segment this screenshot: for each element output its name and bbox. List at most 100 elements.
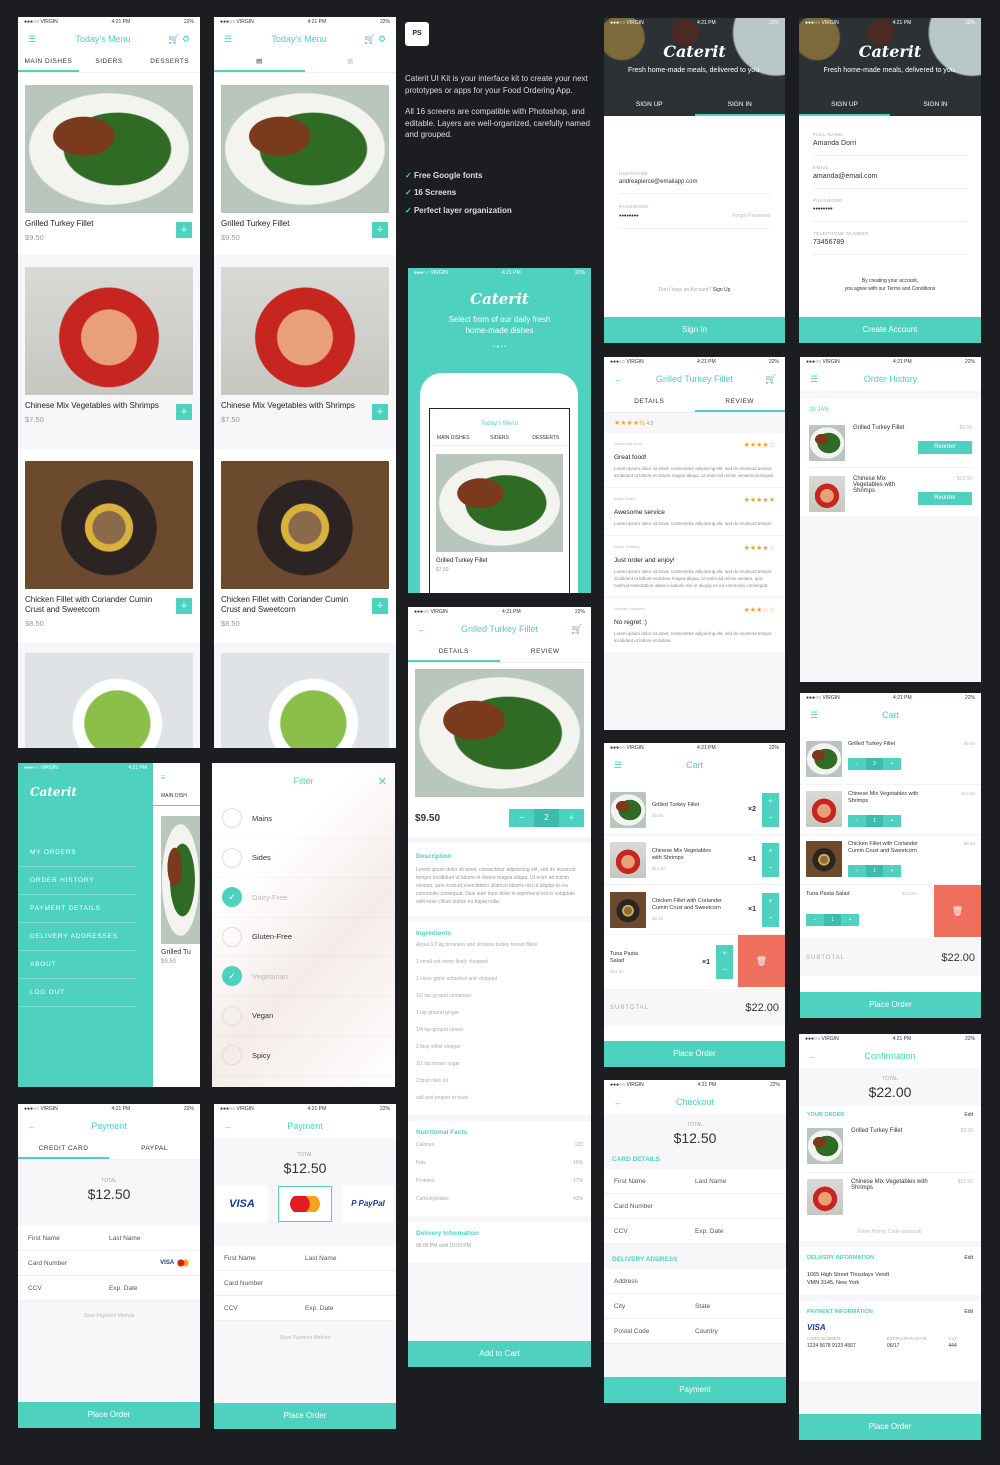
filter-option[interactable]: Gluten-Free <box>212 918 395 958</box>
place-order-button[interactable]: Place Order <box>800 992 981 1018</box>
create-account-button[interactable]: Create Account <box>799 317 981 343</box>
list-view-icon[interactable]: ▤ <box>214 51 305 72</box>
unchecked-circle-icon[interactable] <box>222 926 242 947</box>
tab-review[interactable]: REVIEW <box>500 641 592 662</box>
page-dots[interactable]: • ● • • <box>408 344 591 350</box>
increase-button[interactable]: + <box>762 843 779 860</box>
back-arrow-icon[interactable]: ← <box>612 374 624 384</box>
dish-card[interactable]: Chinese Mix Vegetables with Shrimps $7.5… <box>18 255 200 449</box>
decrease-button[interactable]: − <box>716 962 733 979</box>
first-name-field[interactable]: First Name <box>614 1178 695 1185</box>
tab-sign-in[interactable]: SIGN IN <box>694 96 785 116</box>
city-field[interactable]: City <box>614 1303 695 1310</box>
country-field[interactable]: Country <box>695 1328 776 1335</box>
quantity-stepper[interactable]: + − <box>762 792 779 827</box>
unchecked-circle-icon[interactable] <box>222 847 242 868</box>
add-button[interactable]: + <box>176 598 192 614</box>
card-number-field[interactable]: Card Number <box>28 1260 160 1267</box>
exp-date-field[interactable]: Exp. Date <box>695 1228 776 1235</box>
paypal-option[interactable]: P PayPal <box>342 1186 394 1222</box>
sidebar-item[interactable]: PAYMENT DETAILS <box>18 895 137 923</box>
menu-icon[interactable]: ☰ <box>612 760 624 771</box>
add-button[interactable]: + <box>176 404 192 420</box>
payment-button[interactable]: Payment <box>604 1377 786 1403</box>
tab-desserts[interactable]: DESSERTS <box>139 51 200 72</box>
first-name-field[interactable]: First Name <box>28 1235 109 1242</box>
email-input[interactable]: amanda@email.com <box>813 173 967 189</box>
menu-icon[interactable]: ☰ <box>153 763 200 781</box>
filter-option[interactable]: Sides <box>212 839 395 879</box>
save-payment-method[interactable]: Save Payment Method <box>214 1335 396 1341</box>
sidebar-item[interactable]: ORDER HISTORY <box>18 867 137 895</box>
checked-icon[interactable]: ✓ <box>222 887 242 908</box>
menu-icon[interactable]: ☰ <box>808 710 820 721</box>
increase-button[interactable]: + <box>883 865 901 877</box>
unchecked-circle-icon[interactable] <box>222 808 242 829</box>
tab-sign-up[interactable]: SIGN UP <box>604 96 695 116</box>
decrease-button[interactable]: − <box>762 910 779 927</box>
unchecked-circle-icon[interactable] <box>222 1005 242 1026</box>
place-order-button[interactable]: Place Order <box>604 1041 785 1067</box>
tab-credit-card[interactable]: CREDIT CARD <box>18 1138 109 1159</box>
menu-icon[interactable]: ☰ <box>222 34 234 45</box>
quantity-stepper[interactable]: −2 + <box>848 758 901 770</box>
dish-card[interactable]: Chicken Fillet with Coriander Cumin Crus… <box>18 449 200 643</box>
reorder-button[interactable]: Reorder <box>918 441 972 454</box>
tab-sign-up[interactable]: SIGN UP <box>799 96 890 116</box>
tab-details[interactable]: DETAILS <box>408 641 500 662</box>
filter-option[interactable]: Vegan <box>212 997 395 1037</box>
forgot-password-link[interactable]: Forgot Password <box>732 213 770 220</box>
terms-link[interactable]: you agree with our Terms and Conditions <box>799 285 981 293</box>
quantity-stepper[interactable]: −1 + <box>848 815 901 827</box>
decrease-button[interactable]: − <box>762 860 779 877</box>
delete-button[interactable]: 🗑 <box>934 885 981 937</box>
edit-payment-link[interactable]: Edit <box>964 1309 973 1315</box>
dish-card[interactable] <box>18 643 200 748</box>
ccv-field[interactable]: CCV <box>224 1305 305 1312</box>
unchecked-circle-icon[interactable] <box>222 1045 242 1066</box>
back-arrow-icon[interactable]: ← <box>222 1121 234 1131</box>
tab-details[interactable]: DETAILS <box>604 391 695 412</box>
sidebar-item[interactable]: DELIVERY ADDRESSES <box>18 923 137 951</box>
increase-button[interactable]: + <box>883 758 901 770</box>
dish-card[interactable]: Grilled Turkey Fillet $9.50 + <box>214 73 396 255</box>
grid-view-icon[interactable]: ▦ <box>305 51 396 72</box>
add-button[interactable]: + <box>372 222 388 238</box>
add-button[interactable]: + <box>372 598 388 614</box>
password-input[interactable]: •••••••• <box>813 206 967 222</box>
menu-icon[interactable]: ☰ <box>808 374 820 385</box>
back-arrow-icon[interactable]: ← <box>416 624 428 634</box>
reorder-button[interactable]: Reorder <box>918 492 972 505</box>
quantity-stepper[interactable]: + − <box>716 945 733 979</box>
dish-card[interactable]: Grilled Turkey Fillet $9.50 + <box>18 73 200 255</box>
sign-up-link[interactable]: Sign Up <box>713 287 731 293</box>
increase-button[interactable]: + <box>762 893 779 910</box>
edit-delivery-link[interactable]: Edit <box>964 1255 973 1261</box>
back-arrow-icon[interactable]: ← <box>807 1051 819 1061</box>
edit-order-link[interactable]: Edit <box>964 1112 973 1118</box>
add-button[interactable]: + <box>372 404 388 420</box>
ccv-field[interactable]: CCV <box>614 1228 695 1235</box>
increase-button[interactable]: + <box>559 809 584 827</box>
quantity-stepper[interactable]: −2 + <box>509 809 584 827</box>
quantity-stepper[interactable]: + − <box>762 842 779 877</box>
mastercard-option[interactable] <box>278 1186 332 1222</box>
last-name-field[interactable]: Last Name <box>305 1255 386 1262</box>
increase-button[interactable]: + <box>716 945 733 962</box>
place-order-button[interactable]: Place Order <box>799 1414 981 1440</box>
address-field[interactable]: Address <box>614 1278 776 1285</box>
sidebar-item[interactable]: LOG OUT <box>18 979 137 1007</box>
add-button[interactable]: + <box>176 222 192 238</box>
cart-icon[interactable]: 🛒 <box>765 374 777 385</box>
increase-button[interactable]: + <box>841 914 859 926</box>
postal-code-field[interactable]: Postal Code <box>614 1328 695 1335</box>
username-input[interactable]: andreapierce@emailapp.com <box>619 179 770 194</box>
filter-option[interactable]: ✓ Dairy-Free <box>212 878 395 918</box>
filter-option[interactable]: ✓ Vegetarian <box>212 957 395 997</box>
increase-button[interactable]: + <box>762 793 779 810</box>
cart-icon[interactable]: 🛒 <box>364 34 376 45</box>
last-name-field[interactable]: Last Name <box>109 1235 190 1242</box>
cart-icon[interactable]: 🛒 <box>571 624 583 635</box>
filter-option[interactable]: Spicy <box>212 1036 395 1076</box>
place-order-button[interactable]: Place Order <box>214 1403 396 1429</box>
